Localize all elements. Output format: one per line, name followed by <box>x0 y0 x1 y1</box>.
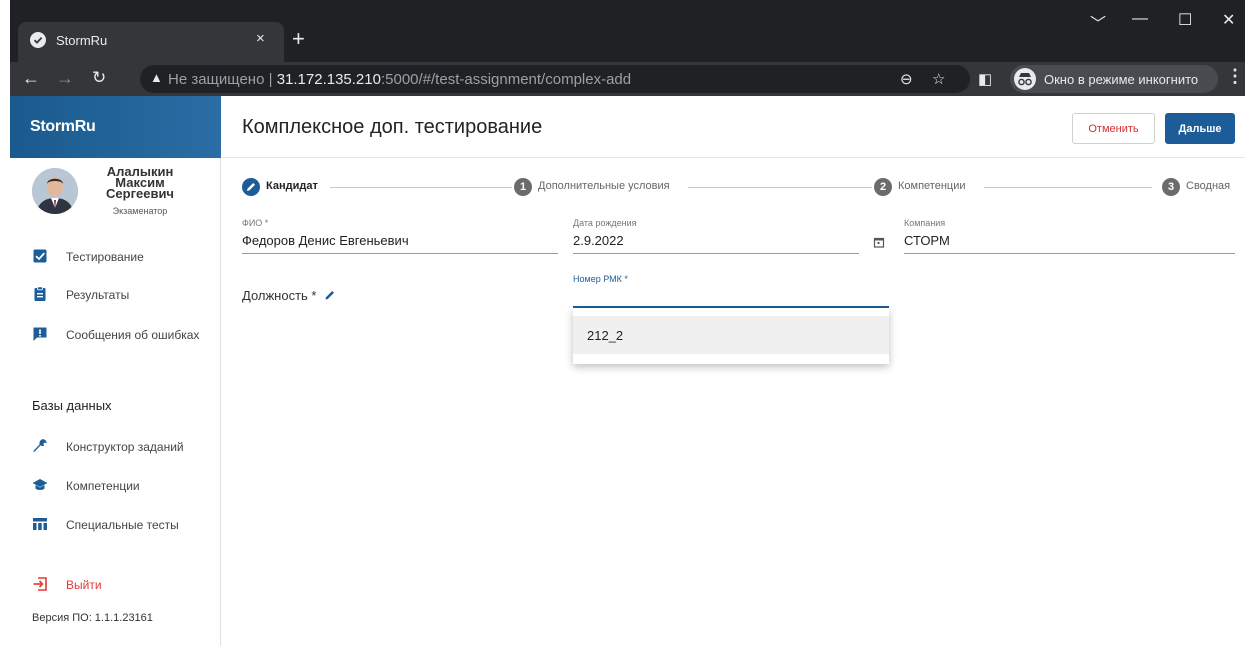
sidebar-item-competencies[interactable]: Компетенции <box>10 471 221 501</box>
tab-close-icon[interactable]: × <box>256 30 265 47</box>
sidebar-item-label: Сообщения об ошибках <box>66 328 200 342</box>
step-label: Компетенции <box>898 180 966 192</box>
version-text: Версия ПО: 1.1.1.23161 <box>32 612 153 624</box>
sidebar-item-special-tests[interactable]: Специальные тесты <box>10 510 221 540</box>
table-icon <box>32 516 48 532</box>
company-value: СТОРМ <box>904 233 950 248</box>
rmk-dropdown: 212_2 <box>573 308 889 364</box>
databases-section-title: Базы данных <box>32 398 112 413</box>
stepper: Кандидат 1 Дополнительные условия 2 Комп… <box>242 176 1235 198</box>
sidebar-item-task-builder[interactable]: Конструктор заданий <box>10 432 221 462</box>
user-name: Алалыкин Максим Сергеевич <box>106 164 174 201</box>
incognito-label: Окно в режиме инкогнито <box>1044 72 1199 87</box>
page-header: Комплексное доп. тестирование Отменить Д… <box>222 96 1245 158</box>
url-text[interactable]: Не защищено | 31.172.135.210:5000/#/test… <box>168 71 631 88</box>
step-label: Кандидат <box>266 180 318 192</box>
clipboard-icon <box>32 286 48 302</box>
browser-titlebar: StormRu × + ﹀ — ☐ ✕ <box>0 0 1245 62</box>
back-arrow-icon[interactable]: ← <box>22 67 40 89</box>
wrench-icon <box>32 438 48 454</box>
cancel-button[interactable]: Отменить <box>1072 113 1155 144</box>
logout-label: Выйти <box>66 578 102 592</box>
report-icon <box>32 326 48 342</box>
step-connector <box>330 187 512 188</box>
sidebar: StormRu Алалыкин Максим Сергеевич Экзаме… <box>10 96 221 646</box>
calendar-icon[interactable] <box>873 235 885 253</box>
brand-logo[interactable]: StormRu <box>30 118 96 136</box>
position-label: Должность * <box>242 288 317 303</box>
fio-label: ФИО * <box>242 218 269 228</box>
warning-icon: ▲ <box>150 70 163 85</box>
window-edge <box>0 0 10 62</box>
window-close-icon[interactable]: ✕ <box>1222 10 1235 30</box>
sidebar-item-label: Специальные тесты <box>66 518 179 532</box>
sidebar-item-logout[interactable]: Выйти <box>10 570 221 600</box>
tab-title: StormRu <box>56 33 108 48</box>
step-label: Дополнительные условия <box>538 180 670 192</box>
dob-label: Дата рождения <box>573 218 637 228</box>
avatar <box>32 168 78 214</box>
sidebar-item-label: Тестирование <box>66 250 144 264</box>
rmk-label: Номер РМК * <box>573 274 628 284</box>
step-connector <box>984 187 1152 188</box>
tab-search-chevron-icon[interactable]: ﹀ <box>1090 10 1106 34</box>
edit-pencil-icon[interactable] <box>323 288 337 305</box>
reload-icon[interactable]: ↻ <box>92 67 106 89</box>
incognito-indicator[interactable]: Окно в режиме инкогнито <box>1010 65 1218 93</box>
sidebar-item-label: Компетенции <box>66 479 140 493</box>
step-number: 3 <box>1162 178 1180 196</box>
bookmark-star-icon[interactable]: ☆ <box>932 70 945 88</box>
address-bar[interactable]: ▲ Не защищено | 31.172.135.210:5000/#/te… <box>140 65 970 93</box>
dropdown-option[interactable]: 212_2 <box>573 316 889 354</box>
sidebar-item-results[interactable]: Результаты <box>10 280 221 310</box>
user-role: Экзаменатор <box>112 206 168 216</box>
incognito-icon <box>1014 68 1036 90</box>
company-underline <box>904 253 1235 254</box>
position-field[interactable]: Должность * <box>242 288 337 305</box>
maximize-icon[interactable]: ☐ <box>1178 10 1192 30</box>
sidebar-item-label: Результаты <box>66 288 130 302</box>
favicon-check-icon <box>30 32 46 48</box>
main-content: Комплексное доп. тестирование Отменить Д… <box>222 96 1245 646</box>
user-profile: Алалыкин Максим Сергеевич Экзаменатор <box>10 164 221 226</box>
checkbox-icon <box>32 248 48 264</box>
not-secure-label: Не защищено <box>168 71 265 88</box>
dob-value: 2.9.2022 <box>573 233 624 248</box>
sidebar-item-error-reports[interactable]: Сообщения об ошибках <box>10 320 221 350</box>
step-number: 1 <box>514 178 532 196</box>
url-host: 31.172.135.210 <box>276 71 381 88</box>
fio-value: Федоров Денис Евгеньевич <box>242 233 409 248</box>
sidebar-item-testing[interactable]: Тестирование <box>10 242 221 272</box>
step-connector <box>688 187 872 188</box>
step-number: 2 <box>874 178 892 196</box>
minimize-icon[interactable]: — <box>1132 10 1148 28</box>
fio-field[interactable]: ФИО * Федоров Денис Евгеньевич <box>242 218 558 258</box>
sidebar-item-label: Конструктор заданий <box>66 440 184 454</box>
forward-arrow-icon[interactable]: → <box>56 67 74 89</box>
zoom-icon[interactable]: ⊖ <box>900 70 913 88</box>
logout-icon <box>32 576 48 592</box>
fio-underline <box>242 253 558 254</box>
next-button[interactable]: Дальше <box>1165 113 1235 144</box>
page-title: Комплексное доп. тестирование <box>242 116 543 138</box>
step-label: Сводная <box>1186 180 1231 192</box>
new-tab-icon[interactable]: + <box>292 28 305 50</box>
browser-menu-icon[interactable]: ⋮ <box>1226 66 1244 87</box>
pencil-icon <box>242 178 260 196</box>
dob-underline <box>573 253 859 254</box>
url-path: :5000/#/test-assignment/complex-add <box>380 71 632 88</box>
brand-header: StormRu <box>10 96 221 158</box>
dropdown-option-label: 212_2 <box>587 328 624 343</box>
company-label: Компания <box>904 218 946 228</box>
browser-tab[interactable]: StormRu × <box>18 22 284 62</box>
side-panel-icon[interactable]: ◧ <box>978 69 992 91</box>
dob-field[interactable]: Дата рождения 2.9.2022 <box>573 218 889 258</box>
company-field[interactable]: Компания СТОРМ <box>904 218 1235 258</box>
school-icon <box>32 477 48 493</box>
url-separator: | <box>268 71 277 88</box>
browser-toolbar: ← → ↻ ▲ Не защищено | 31.172.135.210:500… <box>10 62 1245 96</box>
